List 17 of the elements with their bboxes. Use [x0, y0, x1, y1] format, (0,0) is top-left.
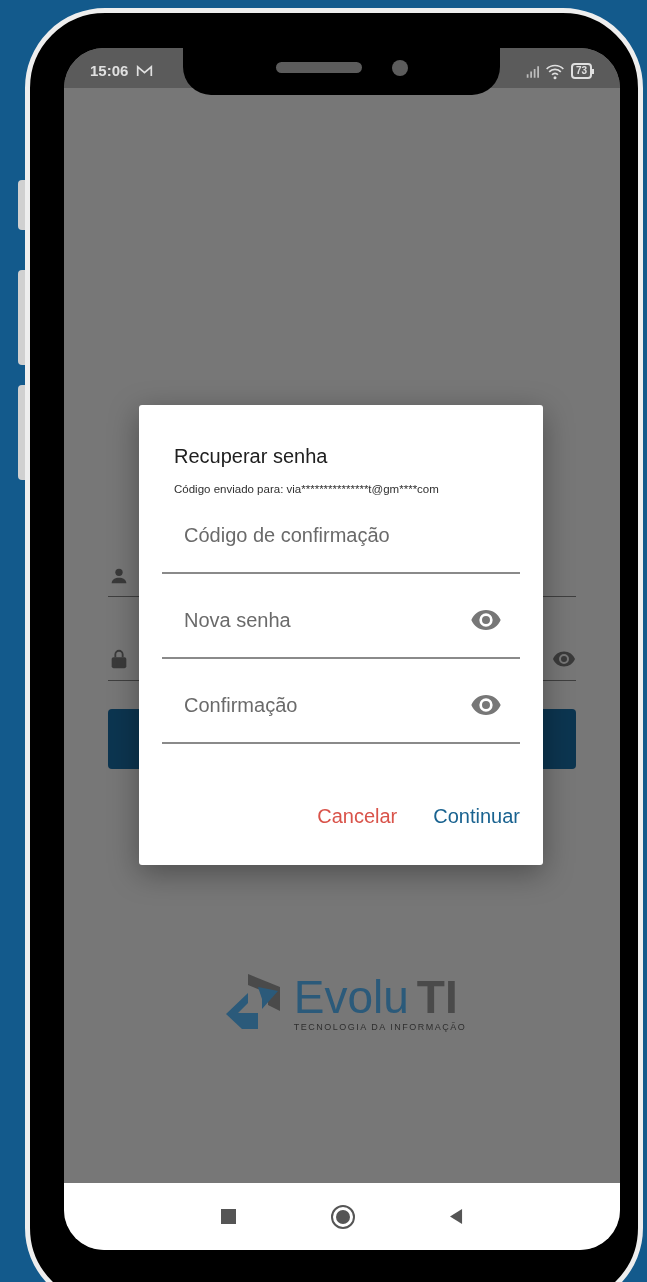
mail-icon	[136, 64, 154, 78]
input-field[interactable]: Código de confirmação	[184, 520, 444, 551]
battery-indicator: 73	[570, 63, 592, 79]
back-icon[interactable]	[450, 1209, 463, 1224]
logo-name: Evolu	[293, 973, 409, 1022]
logo-tagline: TECNOLOGIA DA INFORMAÇÃO	[293, 1021, 467, 1035]
signal-icon	[524, 64, 539, 78]
dialog-subtitle: Código enviado para: via***************t@gm****com	[174, 482, 440, 497]
input-field[interactable]: Confirmação	[184, 689, 444, 720]
home-icon[interactable]	[331, 1204, 355, 1229]
dialog-title: Recuperar senha	[174, 444, 329, 469]
input-field[interactable]: Nova senha	[184, 604, 444, 635]
continue-button[interactable]: Continuar	[433, 801, 520, 831]
camera-icon	[391, 59, 408, 76]
cancel-button[interactable]: Cancelar	[317, 801, 398, 831]
status-time: 15:06	[90, 60, 129, 81]
wifi-icon	[544, 62, 565, 80]
